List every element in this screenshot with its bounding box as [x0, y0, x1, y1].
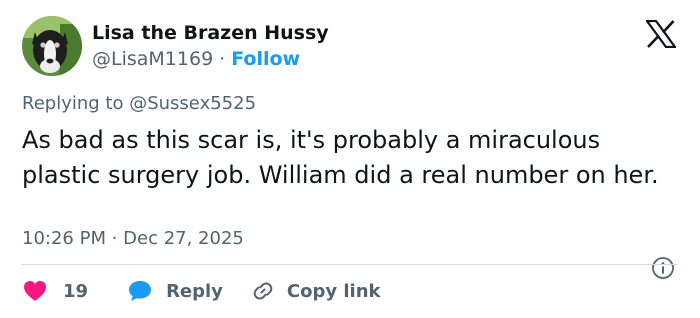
action-bar: 19 Reply Copy link [22, 277, 381, 305]
info-icon-svg [652, 257, 674, 279]
tweet-timestamp[interactable]: 10:26 PM · Dec 27, 2025 [22, 228, 244, 249]
author-handle-row: @LisaM1169 · Follow [92, 48, 300, 70]
separator-dot: · [219, 48, 226, 70]
reply-button[interactable]: Reply [128, 280, 223, 302]
like-button[interactable]: 19 [23, 280, 88, 302]
link-icon [253, 282, 273, 300]
speech-bubble-icon [129, 281, 152, 301]
replying-to: Replying to @Sussex5525 [22, 93, 256, 114]
copy-link-button[interactable]: Copy link [251, 279, 381, 303]
reply-label: Reply [166, 280, 223, 302]
author-display-name[interactable]: Lisa the Brazen Hussy [92, 22, 329, 44]
x-logo-icon-svg [644, 19, 678, 49]
like-count: 19 [63, 280, 89, 302]
x-logo-icon[interactable] [644, 19, 678, 49]
avatar[interactable] [22, 16, 82, 76]
divider [22, 264, 678, 265]
tweet-card: Lisa the Brazen Hussy @LisaM1169 · Follow … [0, 0, 700, 318]
replying-to-mention[interactable]: @Sussex5525 [129, 93, 256, 114]
follow-button[interactable]: Follow [231, 48, 300, 70]
avatar-image [22, 16, 82, 76]
heart-icon [24, 281, 46, 301]
tweet-text: As bad as this scar is, it's probably a … [22, 126, 659, 189]
copy-link-label: Copy link [286, 280, 381, 302]
replying-to-prefix: Replying to [22, 93, 124, 114]
author-handle[interactable]: @LisaM1169 [92, 48, 213, 70]
info-icon[interactable] [651, 256, 675, 280]
